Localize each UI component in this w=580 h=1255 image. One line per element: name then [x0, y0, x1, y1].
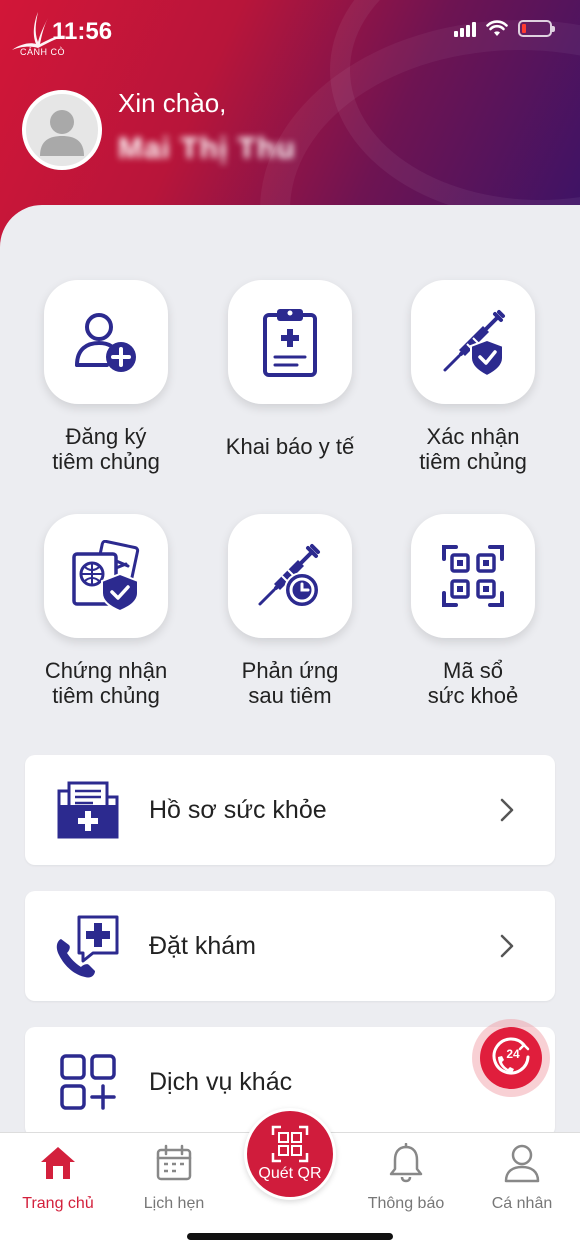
grid-item-label: Mã sổ sức khoẻ [427, 658, 519, 708]
phone-medical-icon [56, 915, 119, 978]
grid-item-post-vaccination-reaction[interactable]: Phản ứng sau tiêm [215, 514, 365, 708]
avatar[interactable] [22, 90, 102, 170]
tab-label: Thông báo [367, 1195, 445, 1212]
grid-item-label: Đăng ký tiêm chủng [52, 424, 160, 474]
hotline-inner: 24 [480, 1027, 542, 1089]
user-silhouette-icon [40, 110, 84, 156]
status-icons [454, 20, 555, 37]
grid-item-health-declaration[interactable]: Khai báo y tế [215, 280, 365, 459]
grid-item-vaccination-certificate[interactable]: Chứng nhận tiêm chủng [31, 514, 181, 708]
medical-clipboard-icon [263, 309, 317, 377]
grid-item-health-book-code[interactable]: Mã sổ sức khoẻ [398, 514, 548, 708]
chevron-right-icon [487, 798, 527, 822]
card-book-appointment[interactable]: Đặt khám [25, 891, 555, 1001]
qr-scan-icon [271, 1125, 309, 1163]
tab-label: Cá nhân [491, 1195, 553, 1212]
home-icon [41, 1147, 75, 1179]
health-records-icon [57, 781, 119, 839]
tab-profile[interactable]: Cá nhân [472, 1141, 572, 1213]
chevron-right-icon [487, 934, 527, 958]
tab-scan-qr[interactable]: Quét QR [244, 1108, 336, 1200]
greeting-text: Xin chào, [118, 88, 227, 118]
user-icon [504, 1144, 540, 1183]
tab-label: Trang chủ [22, 1195, 94, 1212]
apps-icon [60, 1054, 116, 1110]
tile[interactable] [228, 514, 352, 638]
tab-label: Lịch hẹn [143, 1195, 205, 1212]
tile[interactable] [228, 280, 352, 404]
card-label: Đặt khám [149, 931, 256, 960]
tile[interactable] [44, 514, 168, 638]
grid-item-confirm-vaccination[interactable]: Xác nhận tiêm chủng [398, 280, 548, 474]
username-text: Mai Thị Thu [118, 132, 296, 165]
card-icon-wrap [53, 1047, 123, 1117]
calendar-icon [156, 1144, 192, 1181]
hotline-24-button[interactable]: 24 [472, 1019, 550, 1097]
vaccine-clock-icon [258, 544, 320, 608]
card-icon-wrap [53, 911, 123, 981]
hotline-label: 24 [506, 1047, 520, 1061]
status-time: 11:56 [52, 18, 113, 45]
qr-code-icon [442, 545, 504, 607]
phone-24-icon: 24 [492, 1037, 530, 1075]
tile[interactable] [411, 280, 535, 404]
tab-label: Quét QR [258, 1165, 322, 1182]
card-health-records[interactable]: Hồ sơ sức khỏe [25, 755, 555, 865]
grid-item-label: Phản ứng sau tiêm [241, 658, 339, 708]
card-icon-wrap [53, 775, 123, 845]
grid-item-label: Xác nhận tiêm chủng [419, 424, 527, 474]
tab-icon-wrap [472, 1141, 572, 1185]
tile[interactable] [44, 280, 168, 404]
logo-text: CÁNH CÒ [20, 47, 66, 57]
tab-home[interactable]: Trang chủ [8, 1141, 108, 1213]
tab-icon-wrap [8, 1141, 108, 1185]
tile[interactable] [411, 514, 535, 638]
passport-certificate-icon [72, 540, 140, 612]
tab-appointments[interactable]: Lịch hẹn [124, 1141, 224, 1213]
user-add-icon [75, 313, 136, 372]
status-bar: CÁNH CÒ 11:56 [0, 0, 580, 60]
tab-icon-wrap [124, 1141, 224, 1185]
signal-icon [454, 21, 476, 37]
wifi-icon [486, 20, 508, 36]
card-label: Hồ sơ sức khỏe [149, 795, 327, 824]
battery-icon [518, 20, 555, 37]
bell-icon [389, 1143, 423, 1183]
tab-notifications[interactable]: Thông báo [356, 1141, 456, 1213]
grid-item-register-vaccination[interactable]: Đăng ký tiêm chủng [31, 280, 181, 474]
grid-item-label: Chứng nhận tiêm chủng [44, 658, 168, 708]
vaccine-shield-icon [443, 310, 505, 378]
grid-item-label: Khai báo y tế [225, 434, 355, 459]
home-indicator [187, 1233, 393, 1240]
tab-icon-wrap [356, 1141, 456, 1185]
